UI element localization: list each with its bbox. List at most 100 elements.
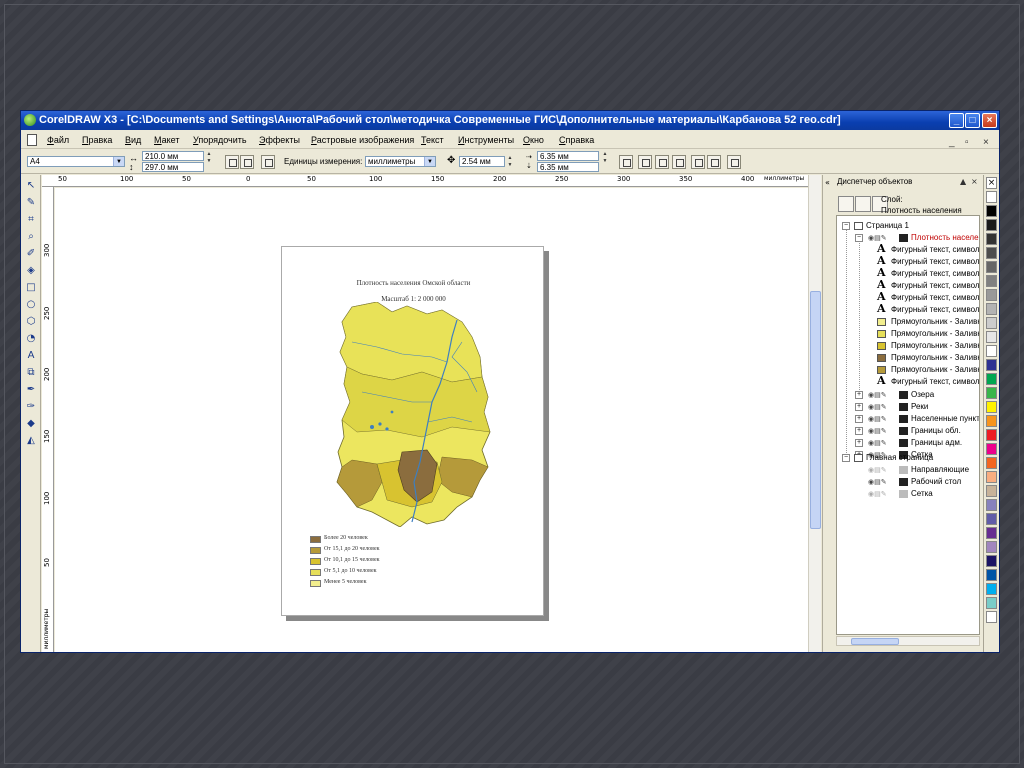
palette-swatch[interactable] <box>986 611 997 623</box>
menu-view[interactable]: Вид <box>125 131 141 149</box>
menu-effects[interactable]: Эффекты <box>259 131 300 149</box>
palette-swatch[interactable] <box>986 443 997 455</box>
eyedropper-tool-icon[interactable]: ✒ <box>24 383 38 397</box>
palette-swatch[interactable] <box>986 359 997 371</box>
eye-printer-pencil-icon[interactable]: ◉▤✎ <box>868 465 898 475</box>
palette-swatch[interactable] <box>986 317 997 329</box>
menu-tools[interactable]: Инструменты <box>458 131 514 149</box>
palette-swatch[interactable] <box>986 345 997 357</box>
menu-text[interactable]: Текст <box>421 131 444 149</box>
tree-layer[interactable]: + ◉▤✎ Границы адм. <box>837 437 979 449</box>
palette-swatch[interactable] <box>986 513 997 525</box>
drawing-canvas[interactable]: Плотность населения Омской области Масшт… <box>55 188 811 652</box>
palette-swatch[interactable] <box>986 583 997 595</box>
smart-fill-tool-icon[interactable]: ◈ <box>24 264 38 278</box>
palette-swatch[interactable] <box>986 331 997 343</box>
palette-swatch[interactable] <box>986 597 997 609</box>
landscape-button[interactable] <box>240 155 254 169</box>
snap-objects-button[interactable] <box>655 155 669 169</box>
tree-object-rect[interactable]: Прямоугольник - Заливка <box>837 328 979 340</box>
omsk-region-map[interactable] <box>332 302 502 527</box>
palette-swatch[interactable] <box>986 233 997 245</box>
interactive-fill-tool-icon[interactable]: ◭ <box>24 434 38 448</box>
docker-horizontal-scrollbar[interactable] <box>836 636 980 646</box>
duplicate-spinner[interactable]: ▲ ▼ <box>601 151 609 165</box>
eye-printer-pencil-icon[interactable]: ◉▤✎ <box>868 489 898 499</box>
duplicate-x-field[interactable]: 6.35 мм <box>537 151 599 161</box>
palette-swatch[interactable] <box>986 247 997 259</box>
snap-grid-button[interactable] <box>619 155 633 169</box>
crop-tool-icon[interactable]: ⌗ <box>24 213 38 227</box>
no-color-swatch[interactable]: × <box>986 177 997 189</box>
eye-printer-pencil-icon[interactable]: ◉▤✎ <box>868 426 898 436</box>
basic-shapes-tool-icon[interactable]: ◔ <box>24 332 38 346</box>
units-select[interactable]: миллиметры ▼ <box>365 156 436 167</box>
eye-printer-pencil-icon[interactable]: ◉▤✎ <box>868 233 898 243</box>
eye-printer-pencil-icon[interactable]: ◉▤✎ <box>868 477 898 487</box>
expand-icon[interactable]: + <box>855 391 863 399</box>
eye-printer-pencil-icon[interactable]: ◉▤✎ <box>868 390 898 400</box>
tree-object-rect[interactable]: Прямоугольник - Заливка <box>837 340 979 352</box>
eye-printer-pencil-icon[interactable]: ◉▤✎ <box>868 438 898 448</box>
tree-layer[interactable]: + ◉▤✎ Границы обл. <box>837 425 979 437</box>
tree-object-text[interactable]: A Фигурный текст, символо <box>837 268 979 280</box>
document-icon[interactable] <box>27 134 37 146</box>
treat-as-filled-button[interactable] <box>691 155 705 169</box>
palette-swatch[interactable] <box>986 275 997 287</box>
palette-swatch[interactable] <box>986 569 997 581</box>
nudge-spinner[interactable]: ▲ ▼ <box>506 155 514 169</box>
palette-swatch[interactable] <box>986 457 997 469</box>
palette-swatch[interactable] <box>986 429 997 441</box>
pick-tool-icon[interactable]: ↖ <box>24 179 38 193</box>
palette-swatch[interactable] <box>986 499 997 511</box>
palette-swatch[interactable] <box>986 303 997 315</box>
menu-edit[interactable]: Правка <box>82 131 112 149</box>
tree-object-rect[interactable]: Прямоугольник - Заливка <box>837 316 979 328</box>
page-settings-button[interactable] <box>261 155 275 169</box>
portrait-button[interactable] <box>225 155 239 169</box>
docker-close-icon[interactable]: × <box>971 177 978 186</box>
tree-object-rect[interactable]: Прямоугольник - Заливка <box>837 352 979 364</box>
tree-object-text[interactable]: A Фигурный текст, символо <box>837 292 979 304</box>
palette-swatch[interactable] <box>986 191 997 203</box>
tree-object-text[interactable]: A Фигурный текст, символо <box>837 256 979 268</box>
tree-master-layer[interactable]: ◉▤✎ Направляющие <box>837 464 979 476</box>
menu-arrange[interactable]: Упорядочить <box>193 131 247 149</box>
menu-layout[interactable]: Макет <box>154 131 179 149</box>
page-width-field[interactable]: 210.0 мм <box>142 151 204 161</box>
restore-button[interactable]: □ <box>965 113 980 128</box>
height-spinner[interactable] <box>205 162 213 172</box>
ellipse-tool-icon[interactable]: ○ <box>24 298 38 312</box>
edit-across-layers-button[interactable] <box>707 155 721 169</box>
page-height-field[interactable]: 297.0 мм <box>142 162 204 172</box>
outline-tool-icon[interactable]: ✑ <box>24 400 38 414</box>
palette-swatch[interactable] <box>986 471 997 483</box>
palette-swatch[interactable] <box>986 219 997 231</box>
tree-active-layer[interactable]: − ◉▤✎ Плотность населен <box>837 232 979 244</box>
tree-object-text[interactable]: A Фигурный текст, символо <box>837 304 979 316</box>
shape-tool-icon[interactable]: ✎ <box>24 196 38 210</box>
menu-file[interactable]: Файл <box>47 131 69 149</box>
tree-layer[interactable]: + ◉▤✎ Озера <box>837 389 979 401</box>
page-size-select[interactable]: A4 ▼ <box>27 156 125 167</box>
chevron-down-icon[interactable]: ▼ <box>424 157 435 166</box>
chevron-down-icon[interactable]: ▼ <box>113 157 124 166</box>
palette-swatch[interactable] <box>986 387 997 399</box>
interactive-blend-tool-icon[interactable]: ⧉ <box>24 366 38 380</box>
palette-swatch[interactable] <box>986 261 997 273</box>
duplicate-y-field[interactable]: 6.35 мм <box>537 162 599 172</box>
fill-tool-icon[interactable]: ◆ <box>24 417 38 431</box>
palette-swatch[interactable] <box>986 205 997 217</box>
rectangle-tool-icon[interactable]: □ <box>24 281 38 295</box>
menu-window[interactable]: Окно <box>523 131 544 149</box>
options-button[interactable] <box>727 155 741 169</box>
tree-page-1[interactable]: − Страница 1 <box>837 220 979 232</box>
collapse-docker-icon[interactable]: « <box>825 178 830 187</box>
snap-guides-button[interactable] <box>638 155 652 169</box>
zoom-tool-icon[interactable]: ⌕ <box>24 230 38 244</box>
scrollbar-thumb[interactable] <box>810 291 821 529</box>
palette-swatch[interactable] <box>986 289 997 301</box>
expand-icon[interactable]: + <box>855 439 863 447</box>
menu-bitmaps[interactable]: Растровые изображения <box>311 131 414 149</box>
tree-object-text[interactable]: A Фигурный текст, символо <box>837 376 979 388</box>
